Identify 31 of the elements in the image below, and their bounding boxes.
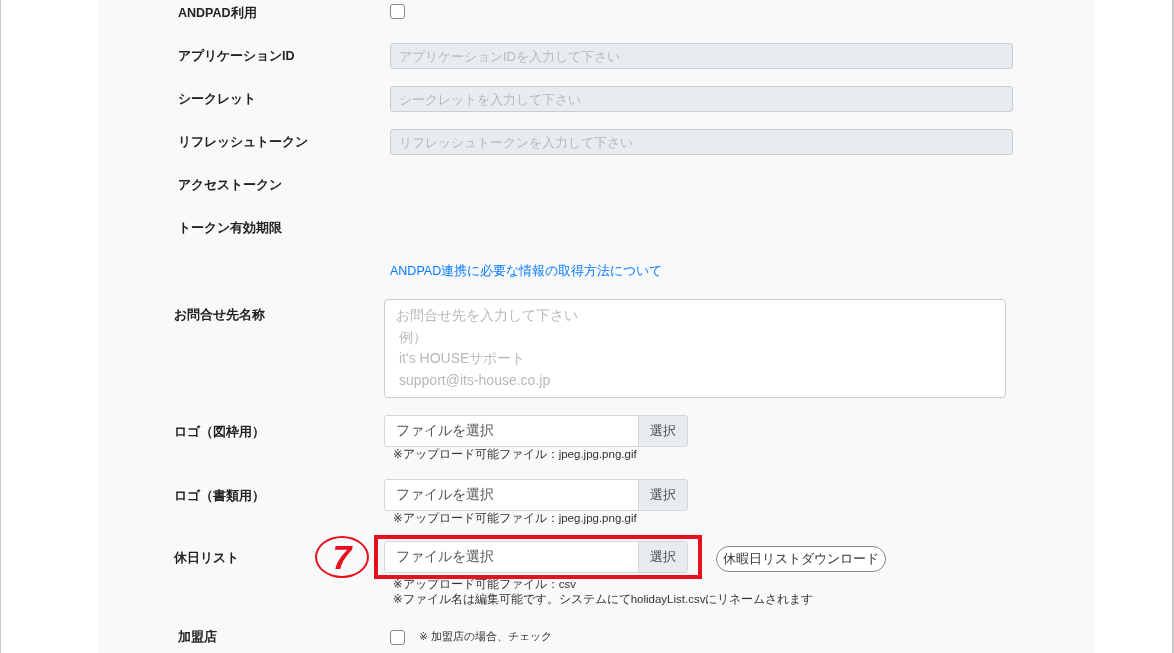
field-label: ロゴ（書類用） xyxy=(174,489,265,503)
field-label: シークレット xyxy=(178,90,257,108)
select-button[interactable]: 選択 xyxy=(638,416,687,446)
placeholder-text: it's HOUSEサポート xyxy=(399,349,526,368)
help-link[interactable]: ANDPAD連携に必要な情報の取得方法について xyxy=(390,262,663,280)
checkbox[interactable] xyxy=(390,629,405,645)
placeholder-text: 例） xyxy=(399,327,427,347)
select-button[interactable]: 選択 xyxy=(638,542,687,572)
field-label: ANDPAD利用 xyxy=(178,4,258,22)
placeholder-text: support@its-house.co.jp xyxy=(399,370,551,390)
file-note: ※ファイル名は編集可能です。システムにてholidayList.csvにリネームされます xyxy=(393,592,815,607)
field-label: トークン有効期限 xyxy=(178,219,283,237)
field-label: リフレッシュトークン xyxy=(178,133,309,151)
file-input[interactable]: ファイルを選択 選択 xyxy=(384,541,688,573)
annotation-number: 7 xyxy=(315,536,369,578)
placeholder-text: お問合せ先を入力して下さい xyxy=(396,306,578,325)
field-label: アプリケーションID xyxy=(178,47,296,65)
checkbox-note: ※ 加盟店の場合、チェック xyxy=(419,630,552,644)
field-label: 休日リスト xyxy=(174,551,239,565)
file-note: ※アップロード可能ファイル：csv xyxy=(393,577,577,592)
file-note: ※アップロード可能ファイル：jpeg.jpg.png.gif xyxy=(393,447,638,462)
file-input[interactable]: ファイルを選択 選択 xyxy=(384,415,688,447)
field-label: お問合せ先名称 xyxy=(174,307,266,324)
field-label: 加盟店 xyxy=(178,628,218,646)
select-button[interactable]: 選択 xyxy=(638,480,687,510)
download-button[interactable]: 休暇日リストダウンロード xyxy=(716,546,886,572)
field-label: アクセストークン xyxy=(178,176,283,194)
file-input[interactable]: ファイルを選択 選択 xyxy=(384,479,688,511)
checkbox[interactable] xyxy=(390,3,405,19)
file-note: ※アップロード可能ファイル：jpeg.jpg.png.gif xyxy=(393,511,638,526)
field-label: ロゴ（図枠用） xyxy=(174,425,265,439)
